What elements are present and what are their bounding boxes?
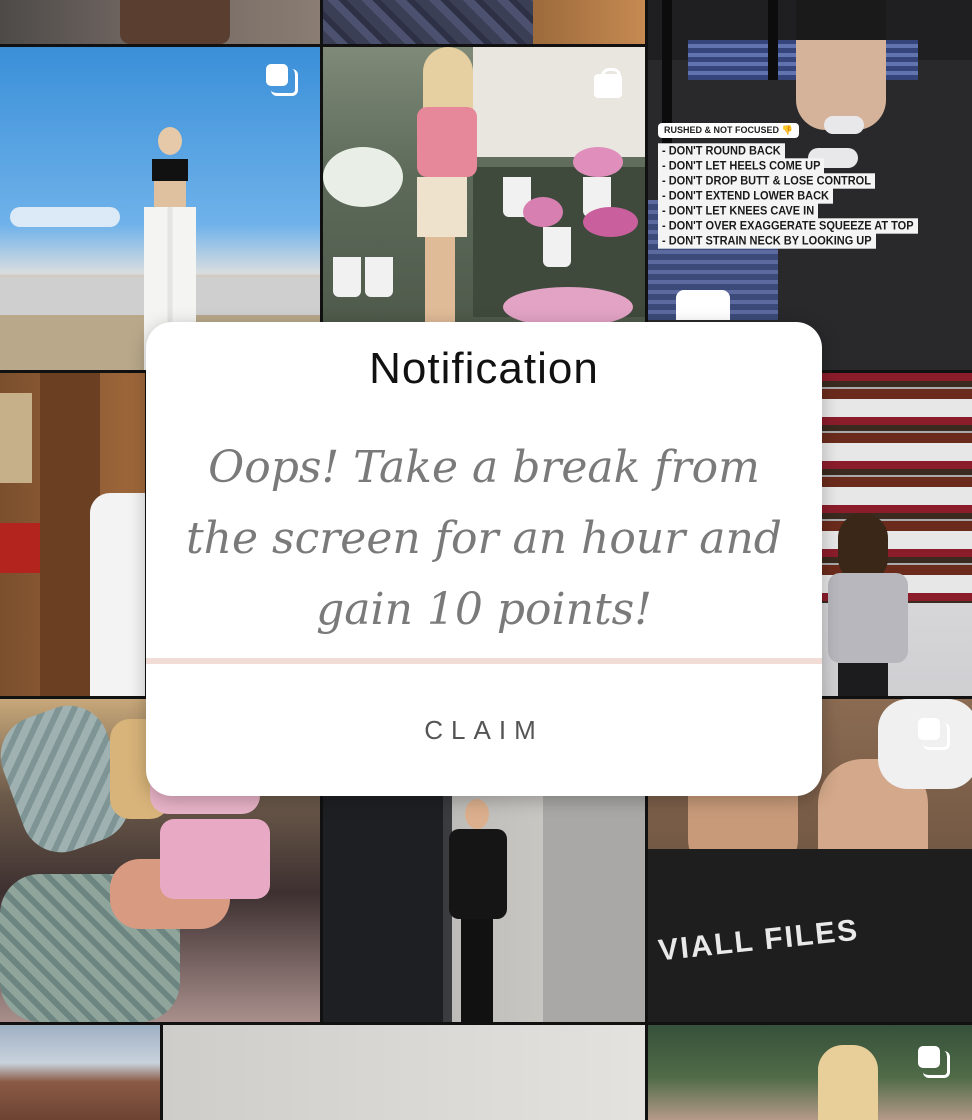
reel-icon bbox=[676, 290, 730, 320]
grid-post[interactable] bbox=[0, 1025, 160, 1120]
multi-photo-icon bbox=[918, 1046, 950, 1078]
overlay-line: - DON'T STRAIN NECK BY LOOKING UP bbox=[658, 233, 876, 249]
multi-photo-icon bbox=[918, 718, 950, 750]
overlay-line: - DON'T OVER EXAGGERATE SQUEEZE AT TOP bbox=[658, 218, 918, 234]
modal-title: Notification bbox=[369, 344, 599, 393]
grid-post[interactable] bbox=[822, 373, 972, 696]
overlay-line: - DON'T LET HEELS COME UP bbox=[658, 158, 825, 174]
shopping-bag-icon bbox=[594, 68, 622, 98]
modal-message: Oops! Take a break from the screen for a… bbox=[186, 442, 782, 635]
overlay-tag: RUSHED & NOT FOCUSED 👎 bbox=[658, 123, 799, 138]
grid-post[interactable] bbox=[163, 1025, 645, 1120]
notification-modal: Notification Oops! Take a break from the… bbox=[146, 322, 822, 796]
grid-post[interactable] bbox=[323, 0, 645, 44]
grid-post[interactable] bbox=[0, 373, 145, 696]
overlay-line: - DON'T EXTEND LOWER BACK bbox=[658, 188, 833, 204]
overlay-line: - DON'T DROP BUTT & LOSE CONTROL bbox=[658, 173, 875, 189]
workout-text-overlay: RUSHED & NOT FOCUSED 👎 - DON'T ROUND BAC… bbox=[658, 120, 918, 249]
claim-button[interactable]: CLAIM bbox=[146, 664, 822, 796]
overlay-line: - DON'T ROUND BACK bbox=[658, 143, 785, 159]
overlay-line: - DON'T LET KNEES CAVE IN bbox=[658, 203, 819, 219]
grid-post[interactable] bbox=[0, 0, 320, 44]
multi-photo-icon bbox=[266, 64, 298, 96]
